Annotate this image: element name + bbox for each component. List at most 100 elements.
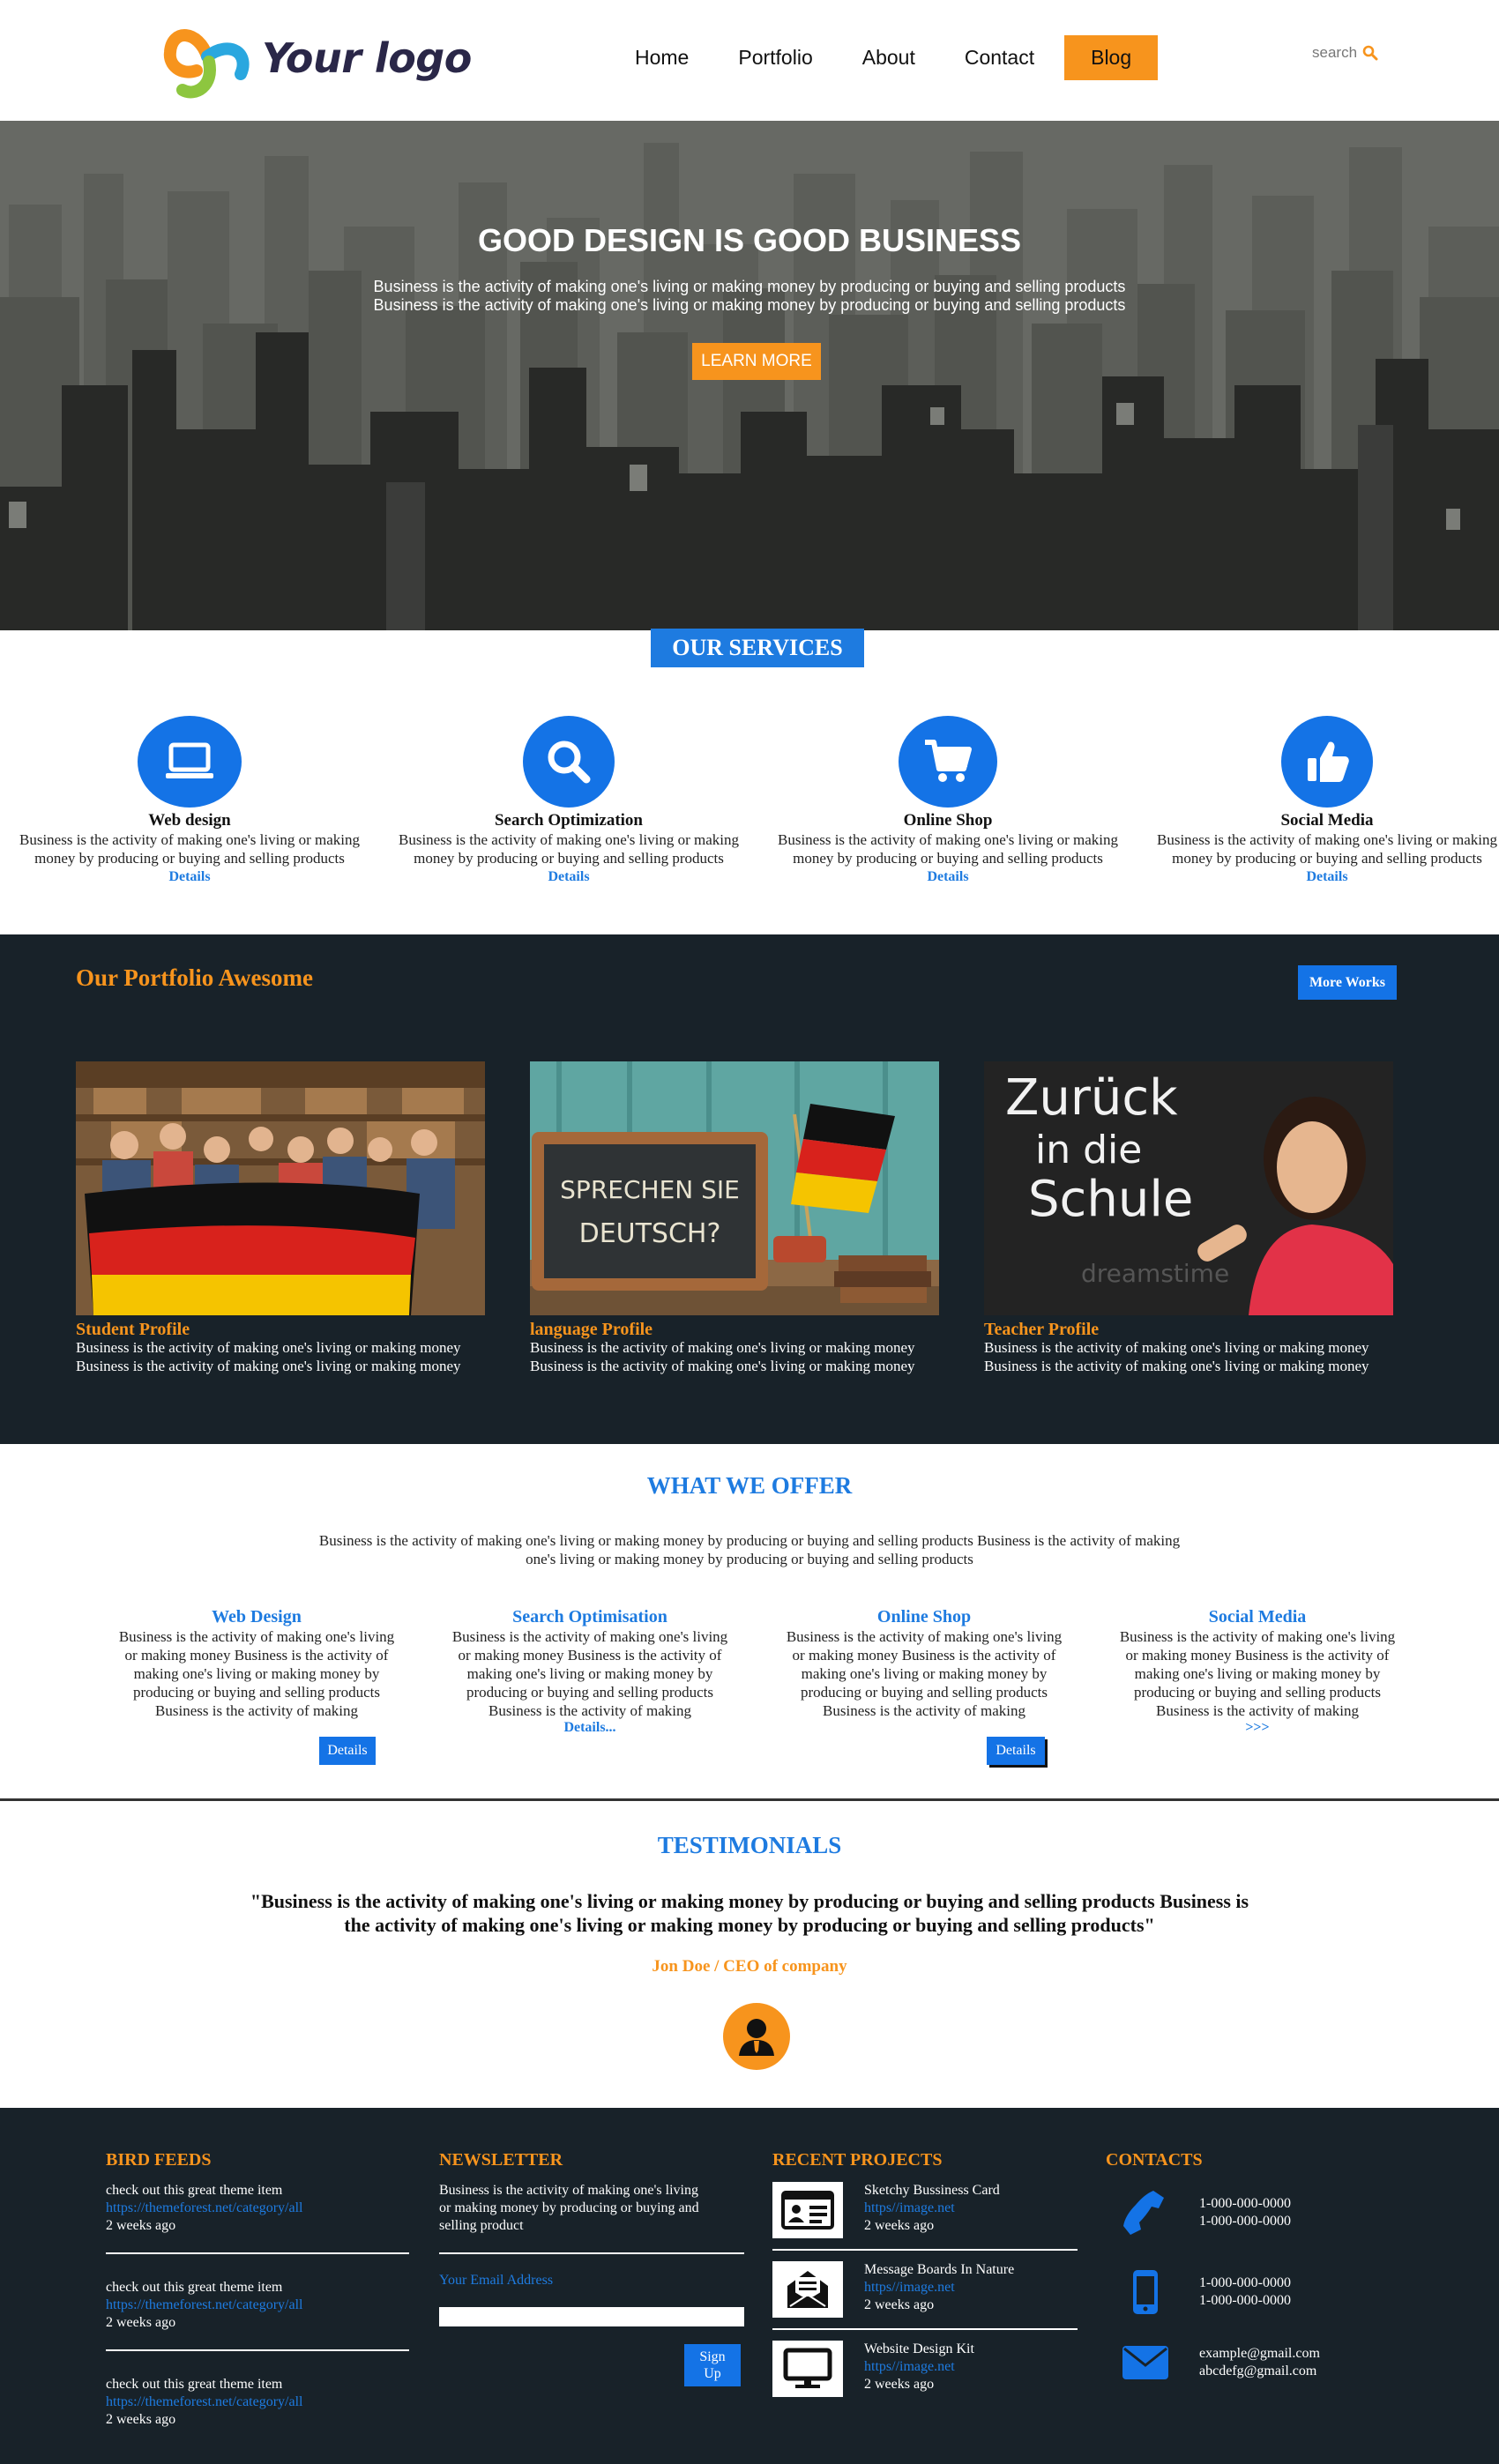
contact-line2: 1-000-000-0000 [1199, 2293, 1291, 2308]
portfolio-image[interactable] [76, 1061, 485, 1315]
offer-item-title: Online Shop [876, 1607, 972, 1627]
nav-blog[interactable]: Blog [1064, 35, 1159, 80]
service-online-shop: Online Shop Business is the activity of … [758, 716, 1137, 886]
project-link[interactable]: https//image.net [864, 2279, 1014, 2297]
portfolio-item-language[interactable]: SPRECHEN SIE DEUTSCH? language Profile B… [530, 1061, 944, 1375]
mobile-icon [1133, 2270, 1158, 2314]
service-text: money by producing or buying and selling… [1172, 850, 1482, 867]
phone-icon [1123, 2191, 1164, 2235]
contact-icon-wrap [1106, 2189, 1185, 2237]
service-web-design: Web design Business is the activity of m… [0, 716, 379, 886]
service-icon-circle [138, 716, 242, 808]
hero-title: GOOD DESIGN IS GOOD BUSINESS [477, 222, 1022, 258]
project-link[interactable]: https//image.net [864, 2200, 1000, 2217]
nav-home[interactable]: Home [610, 37, 713, 78]
service-icon-circle [523, 716, 615, 808]
project-time: 2 weeks ago [864, 2377, 935, 2392]
service-text: Business is the activity of making one's… [778, 831, 1118, 848]
site-header: Your logo Home Portfolio About Contact B… [0, 0, 1499, 121]
offer-web-design-details-button[interactable]: Details [319, 1737, 376, 1765]
photo-watermark: dreamstime [1081, 1259, 1229, 1288]
newsletter-text-line1: Business is the activity of making one's… [439, 2183, 698, 2198]
project-info: Sketchy Bussiness Card https//image.net … [864, 2182, 1000, 2238]
monitor-icon [783, 2348, 832, 2388]
portfolio-item-text: Business is the activity of making one's… [530, 1339, 915, 1356]
project-time: 2 weeks ago [864, 2218, 935, 2233]
teacher-chalkboard-photo: Zurück in die Schule dreamstime [984, 1061, 1393, 1315]
contact-line1[interactable]: example@gmail.com [1199, 2345, 1320, 2363]
offer-item-text-line2: or making money Business is the activity… [1125, 1647, 1390, 1664]
offer-item-text-line1: Business is the activity of making one's… [451, 1628, 728, 1645]
signup-label-line1: Sign [699, 2349, 726, 2364]
chalk-text-line2: in die [1035, 1128, 1142, 1172]
bird-feeds-column: BIRD FEEDS check out this great theme it… [106, 2150, 409, 2429]
portfolio-image[interactable]: SPRECHEN SIE DEUTSCH? [530, 1061, 939, 1315]
service-text: Business is the activity of making one's… [19, 831, 360, 848]
recent-projects-title: RECENT PROJECTS [772, 2150, 943, 2170]
feed-item: check out this great theme item https://… [106, 2182, 409, 2235]
nav-contact[interactable]: Contact [940, 37, 1059, 78]
project-item[interactable]: Sketchy Bussiness Card https//image.net … [772, 2182, 1078, 2238]
offer-item-text-line4: producing or buying and selling products [801, 1684, 1048, 1701]
feed-item-link[interactable]: https://themeforest.net/category/all [106, 2297, 409, 2314]
service-icon-circle [899, 716, 997, 808]
offer-item-text-line3: making one's living or making money by [466, 1665, 713, 1682]
recent-projects-column: RECENT PROJECTS Sketchy Bussiness Card h… [772, 2150, 1078, 2397]
offer-intro-line1: Business is the activity of making one's… [318, 1532, 1181, 1549]
newsletter-divider [439, 2252, 744, 2254]
offer-search-optimisation: Search Optimisation Business is the acti… [436, 1606, 744, 1736]
chalk-text-line1: Zurück [1005, 1069, 1178, 1127]
more-works-button[interactable]: More Works [1298, 965, 1397, 1000]
logo[interactable]: Your logo [163, 12, 472, 104]
offer-item-title: Social Media [1208, 1607, 1307, 1627]
project-thumb [772, 2182, 843, 2238]
project-item[interactable]: Message Boards In Nature https//image.ne… [772, 2261, 1078, 2318]
user-icon [739, 2019, 774, 2056]
service-details-link[interactable]: Details [1137, 867, 1499, 886]
learn-more-button[interactable]: LEARN MORE [692, 343, 821, 380]
contact-line2[interactable]: abcdefg@gmail.com [1199, 2363, 1320, 2380]
nav-portfolio[interactable]: Portfolio [713, 37, 837, 78]
service-details-link[interactable]: Details [758, 867, 1137, 886]
feed-item-time: 2 weeks ago [106, 2412, 176, 2427]
search-icon[interactable] [1362, 45, 1378, 61]
portfolio-item-name[interactable]: Student Profile [76, 1321, 490, 1338]
email-field[interactable] [439, 2307, 744, 2326]
offer-social-more-link[interactable]: >>> [1103, 1720, 1412, 1736]
nav-about[interactable]: About [838, 37, 940, 78]
offer-online-shop: Online Shop Business is the activity of … [770, 1606, 1078, 1720]
portfolio-item-teacher[interactable]: Zurück in die Schule dreamstime Teacher … [984, 1061, 1398, 1375]
portfolio-item-name[interactable]: language Profile [530, 1321, 944, 1338]
offer-item-text-line2: or making money Business is the activity… [458, 1647, 722, 1664]
signup-label-line2: Up [704, 2366, 721, 2381]
offer-item-text-line5: Business is the activity of making [1156, 1702, 1359, 1719]
newsletter-column: NEWSLETTER Business is the activity of m… [439, 2150, 744, 2386]
signup-button[interactable]: Sign Up [684, 2344, 741, 2386]
portfolio-item-text: Business is the activity of making one's… [984, 1339, 1369, 1356]
offer-online-shop-details-button[interactable]: Details [987, 1737, 1045, 1765]
testimonial-quote: "Business is the activity of making one'… [220, 1889, 1279, 1937]
newsletter-text: Business is the activity of making one's… [439, 2182, 744, 2235]
service-details-link[interactable]: Details [0, 867, 379, 886]
project-item[interactable]: Website Design Kit https//image.net 2 we… [772, 2341, 1078, 2397]
offer-search-details-link[interactable]: Details... [436, 1720, 744, 1736]
search-icon [548, 741, 591, 784]
portfolio-image[interactable]: Zurück in die Schule dreamstime [984, 1061, 1393, 1315]
feed-item-link[interactable]: https://themeforest.net/category/all [106, 2393, 409, 2411]
feed-item-link[interactable]: https://themeforest.net/category/all [106, 2200, 409, 2217]
newsletter-text-line3: selling product [439, 2218, 524, 2233]
portfolio-item-text: Business is the activity of making one's… [76, 1339, 461, 1356]
offer-intro: Business is the activity of making one's… [282, 1531, 1217, 1568]
service-title: Social Media [1280, 811, 1374, 830]
portfolio-item-name[interactable]: Teacher Profile [984, 1321, 1398, 1338]
contacts-column: CONTACTS 1-000-000-0000 1-000-000-0000 1… [1106, 2150, 1406, 2381]
testimonial-quote-line2: the activity of making one's living or m… [344, 1914, 1155, 1936]
portfolio-item-student[interactable]: Student Profile Business is the activity… [76, 1061, 490, 1375]
logo-mark-icon [163, 29, 250, 99]
feed-item-text: check out this great theme item [106, 2280, 283, 2295]
search-box[interactable]: search [1312, 44, 1378, 62]
offer-item-text-line1: Business is the activity of making one's… [786, 1628, 1063, 1645]
project-link[interactable]: https//image.net [864, 2358, 974, 2376]
service-details-link[interactable]: Details [379, 867, 758, 886]
offer-item-text-line3: making one's living or making money by [133, 1665, 380, 1682]
